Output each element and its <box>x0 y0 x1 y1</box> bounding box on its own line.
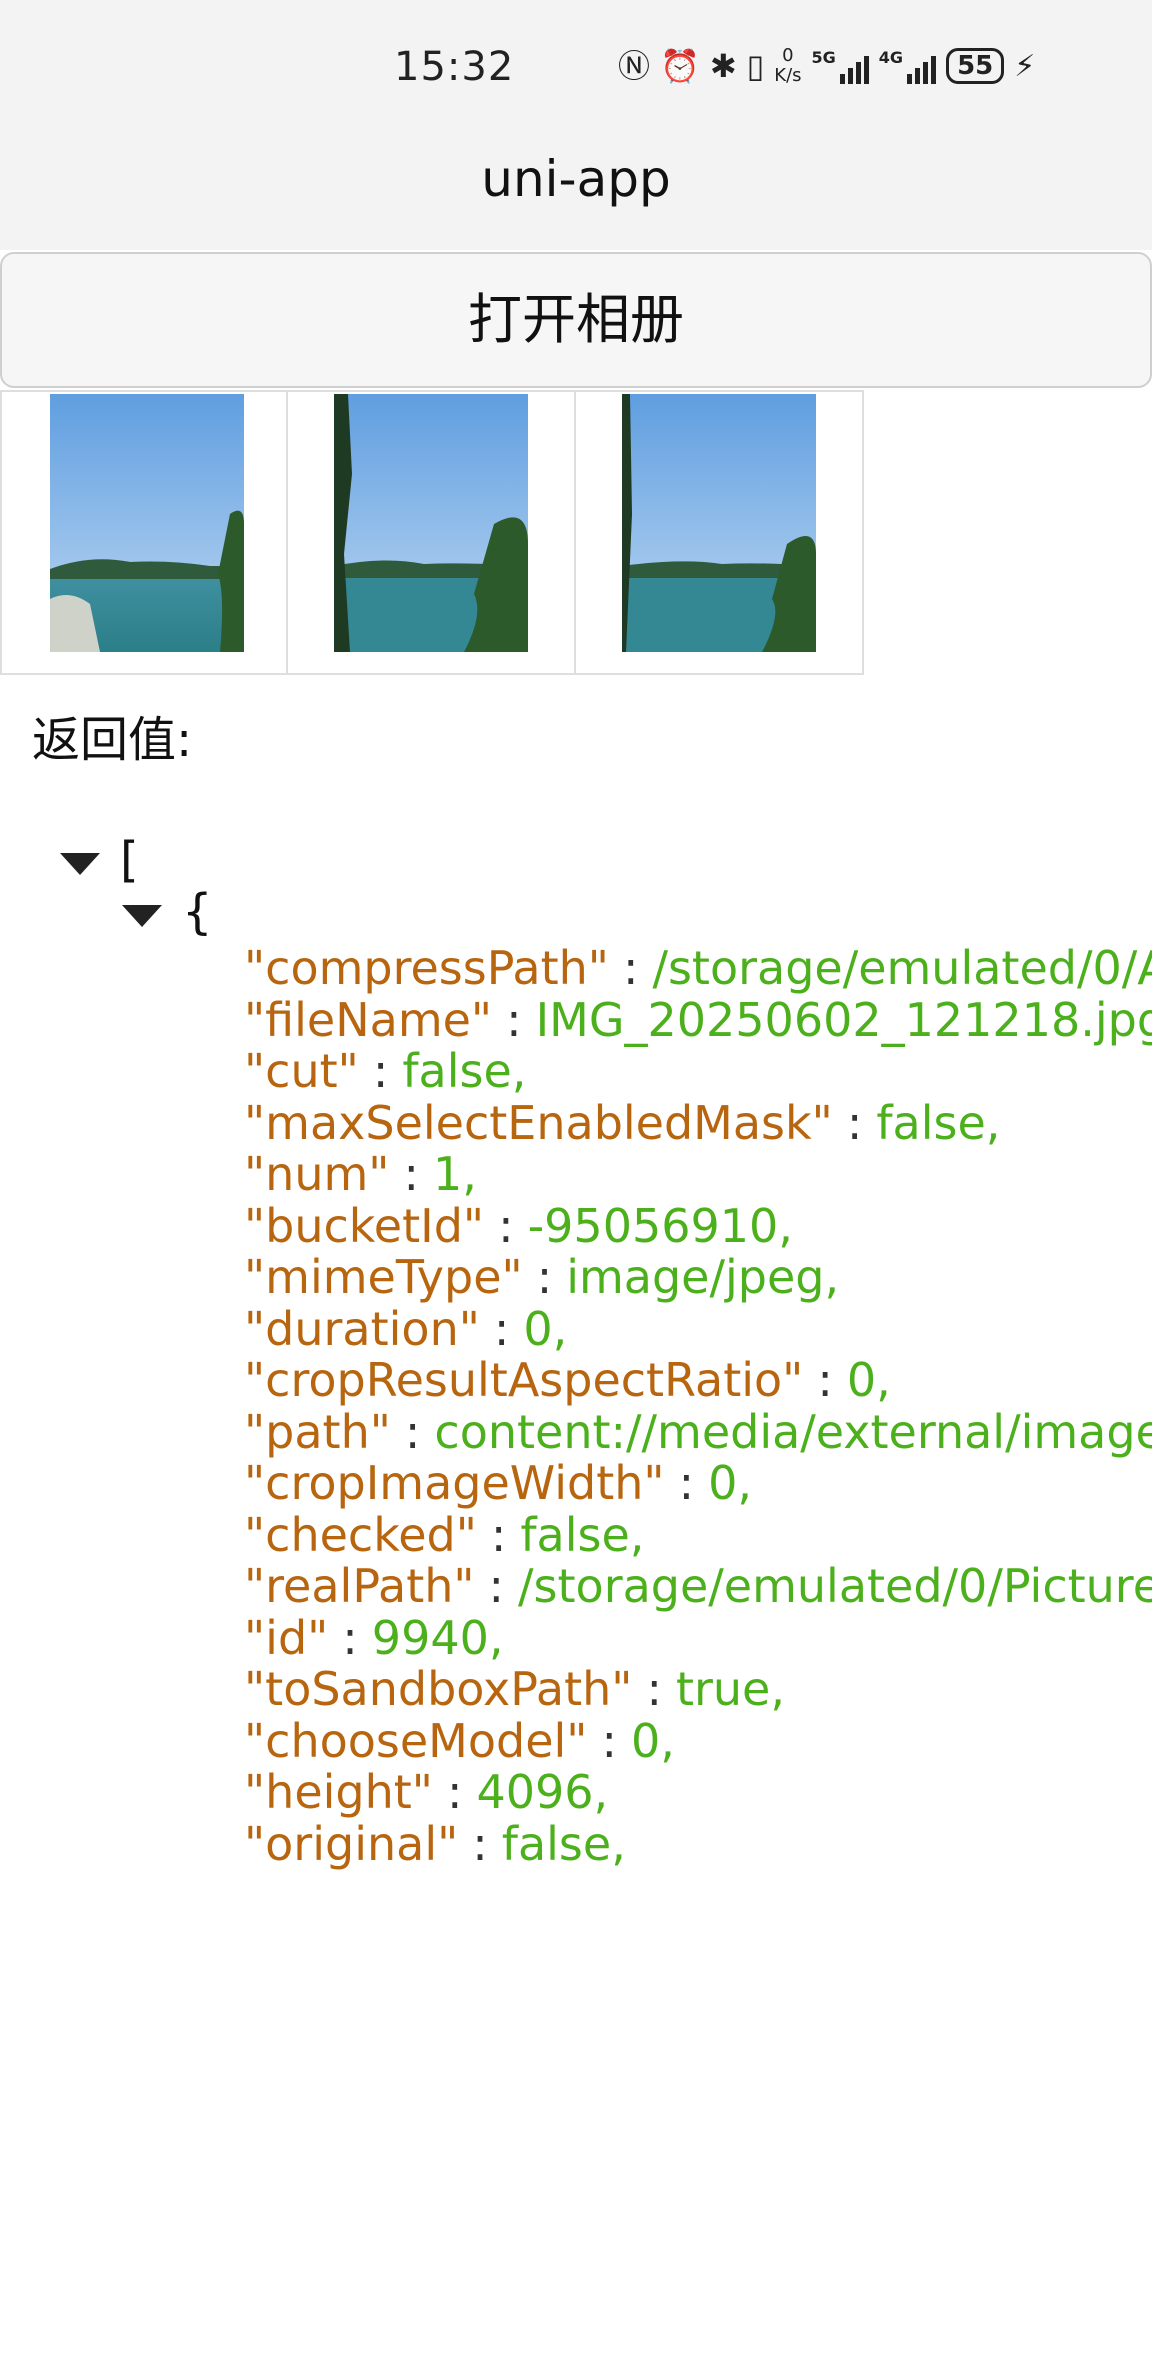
image-thumbnail[interactable] <box>288 390 576 675</box>
json-object-row[interactable]: { <box>122 882 213 942</box>
return-value-label: 返回值: <box>32 712 193 768</box>
json-colon: : <box>646 1662 662 1716</box>
json-colon: : <box>403 1147 419 1201</box>
json-colon: : <box>622 941 639 995</box>
status-time: 15:32 <box>394 44 515 90</box>
json-colon: : <box>498 1198 514 1253</box>
json-colon: : <box>372 1044 389 1098</box>
object-bracket: { <box>182 884 213 940</box>
json-colon: : <box>678 1456 695 1510</box>
json-key: "checked" <box>244 1507 477 1562</box>
net-speed: 0 K/s <box>774 46 801 86</box>
json-value: content://media/external/images/ <box>434 1404 1152 1459</box>
signal-5g-icon: 5G <box>812 48 869 84</box>
json-key: "realPath" <box>244 1559 475 1613</box>
alarm-icon: ⏰ <box>660 47 700 85</box>
bluetooth-icon: ✱ <box>709 47 737 85</box>
charging-icon: ⚡ <box>1014 48 1036 84</box>
json-key: "cropImageWidth" <box>244 1456 665 1510</box>
json-key: "height" <box>244 1765 433 1819</box>
json-key: "cut" <box>244 1044 359 1098</box>
json-array-row[interactable]: [ <box>60 830 139 890</box>
battery-icon: 55 <box>946 48 1005 84</box>
json-key: "fileName" <box>244 992 493 1047</box>
json-value: 4096, <box>476 1765 609 1819</box>
json-value: false, <box>402 1044 527 1098</box>
json-key: "mimeType" <box>244 1250 523 1304</box>
json-key: "compressPath" <box>244 941 609 995</box>
json-value: false, <box>501 1816 626 1871</box>
json-value: 0, <box>523 1301 568 1356</box>
array-bracket: [ <box>120 832 139 888</box>
collapse-caret-icon[interactable] <box>60 852 100 875</box>
signal-4g-icon: 4G <box>878 48 937 84</box>
json-key: "num" <box>244 1147 390 1201</box>
json-key: "chooseModel" <box>244 1713 588 1768</box>
json-value: 0, <box>708 1456 752 1510</box>
photo-image <box>50 394 244 652</box>
json-value: /storage/emulated/0/Pictures/ <box>518 1559 1152 1613</box>
json-colon: : <box>488 1559 505 1613</box>
status-icons: Ⓝ ⏰ ✱ ▯ 0 K/s 5G 4G 55 ⚡ <box>618 44 1035 88</box>
json-key: "original" <box>244 1816 459 1871</box>
photo-image <box>622 394 816 652</box>
json-value: false, <box>876 1095 1001 1150</box>
json-colon: : <box>536 1250 553 1304</box>
json-key: "cropResultAspectRatio" <box>244 1353 804 1407</box>
signal-5g-label: 5G <box>811 48 836 67</box>
json-key: "id" <box>244 1610 329 1665</box>
json-key: "maxSelectEnabledMask" <box>244 1095 833 1150</box>
json-key: "toSandboxPath" <box>244 1662 633 1716</box>
json-value: 1, <box>432 1147 477 1201</box>
image-thumbnail[interactable] <box>0 390 288 675</box>
json-colon: : <box>342 1610 358 1665</box>
json-value: true, <box>675 1662 785 1716</box>
json-entry-row: "original": false, <box>244 1814 626 1874</box>
json-colon: : <box>493 1301 510 1356</box>
collapse-caret-icon[interactable] <box>122 904 162 927</box>
json-colon: : <box>404 1404 421 1459</box>
json-colon: : <box>817 1353 833 1407</box>
json-key: "duration" <box>244 1301 480 1356</box>
json-value: image/jpeg, <box>566 1250 840 1304</box>
page-title: uni-app <box>481 150 671 208</box>
open-album-button[interactable]: 打开相册 <box>0 252 1152 388</box>
vibrate-icon: ▯ <box>746 47 765 85</box>
net-speed-unit: K/s <box>774 65 802 86</box>
thumbnail-list <box>0 390 864 675</box>
json-value: false, <box>520 1507 645 1562</box>
photo-image <box>334 394 528 652</box>
json-colon: : <box>506 992 522 1047</box>
net-speed-value: 0 <box>782 45 794 66</box>
json-value: 0, <box>630 1713 675 1768</box>
image-thumbnail[interactable] <box>576 390 864 675</box>
json-colon: : <box>472 1816 488 1871</box>
json-value: 9940, <box>371 1610 504 1665</box>
json-value: -95056910, <box>527 1198 793 1253</box>
json-colon: : <box>446 1765 463 1819</box>
json-value: /storage/emulated/0/An <box>652 941 1152 995</box>
nfc-icon: Ⓝ <box>618 47 651 85</box>
json-value: 0, <box>846 1353 891 1407</box>
json-key: "bucketId" <box>244 1198 485 1253</box>
json-colon: : <box>490 1507 507 1562</box>
json-colon: : <box>846 1095 863 1150</box>
json-key: "path" <box>244 1404 391 1459</box>
json-colon: : <box>601 1713 617 1768</box>
status-bar: 15:32 Ⓝ ⏰ ✱ ▯ 0 K/s 5G 4G 55 ⚡ <box>0 0 1152 130</box>
json-value: IMG_20250602_121218.jpg, <box>535 992 1152 1047</box>
signal-4g-label: 4G <box>878 48 904 67</box>
